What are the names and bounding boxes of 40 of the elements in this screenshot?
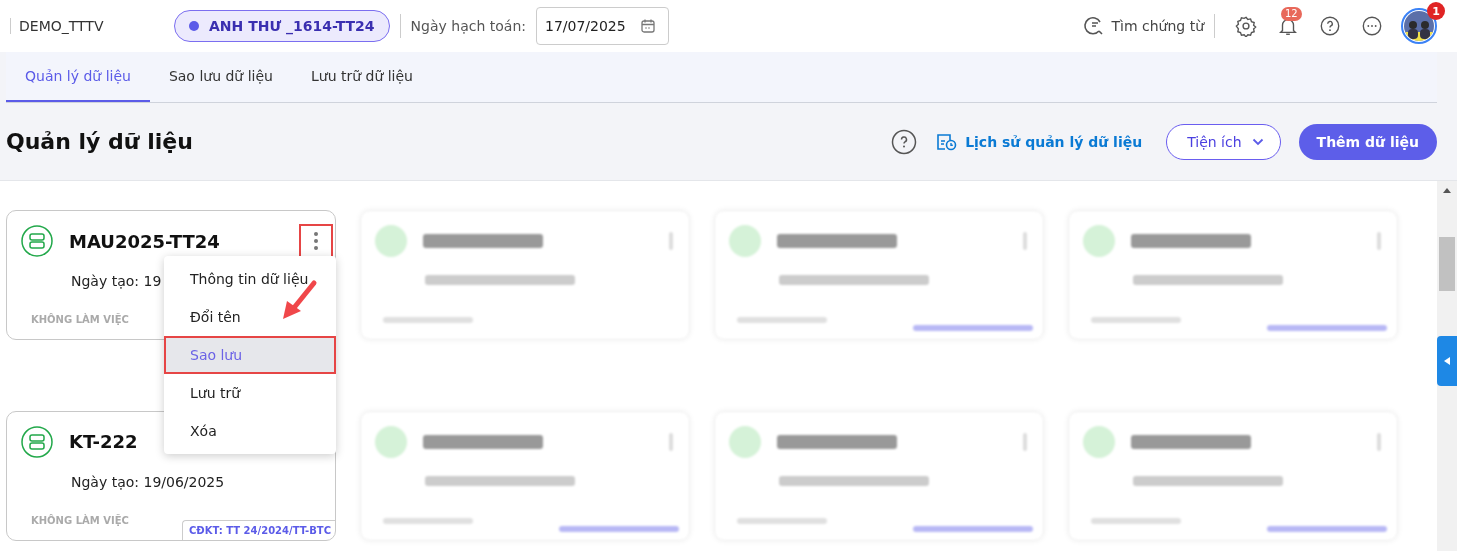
page-title: Quản lý dữ liệu — [6, 129, 193, 154]
dataset-selector[interactable]: ANH THƯ _1614-TT24 — [174, 10, 390, 42]
standard-tag: CĐKT: TT 24/2024/TT-BTC — [182, 519, 335, 540]
collapse-left-icon — [1444, 357, 1450, 365]
kebab-icon — [313, 231, 319, 251]
scroll-up-icon — [1443, 187, 1451, 193]
history-link[interactable]: Lịch sử quản lý dữ liệu — [935, 131, 1143, 152]
data-name: KT-222 — [69, 431, 138, 452]
settings-icon[interactable] — [1235, 15, 1257, 37]
side-panel-toggle[interactable] — [1437, 336, 1457, 386]
notification-count: 12 — [1281, 7, 1302, 21]
more-icon[interactable] — [1361, 15, 1383, 37]
tab[interactable]: Lưu trữ dữ liệu — [291, 52, 432, 102]
menu-item[interactable]: Thông tin dữ liệu — [164, 260, 336, 298]
tab[interactable]: Sao lưu dữ liệu — [149, 52, 292, 102]
tab[interactable]: Quản lý dữ liệu — [6, 52, 150, 102]
menu-item[interactable]: Đổi tên — [164, 298, 336, 336]
company-name: DEMO_TTTV — [10, 18, 164, 34]
status-label: KHÔNG LÀM VIỆC — [30, 314, 129, 327]
created-date: Ngày tạo: 19 — [71, 273, 162, 289]
utilities-dropdown[interactable]: Tiện ích — [1166, 123, 1281, 160]
date-label: Ngày hạch toán: — [410, 18, 526, 34]
scroll-thumb[interactable] — [1439, 237, 1455, 291]
data-name: MAU2025-TT24 — [69, 230, 220, 252]
history-icon — [935, 131, 958, 152]
date-field[interactable]: 17/07/2025 — [536, 7, 669, 45]
status-label: KHÔNG LÀM VIỆC — [30, 514, 129, 528]
database-icon — [21, 225, 53, 257]
chevron-down-icon — [1251, 137, 1264, 146]
avatar-badge: 1 — [1427, 2, 1445, 20]
menu-item[interactable]: Sao lưu — [164, 336, 336, 374]
menu-item[interactable]: Lưu trữ — [164, 374, 336, 412]
calendar-icon — [639, 18, 656, 34]
menu-item[interactable]: Xóa — [164, 412, 336, 450]
search-button[interactable]: Tìm chứng từ — [1083, 15, 1204, 37]
help-icon[interactable] — [1319, 15, 1341, 37]
help-icon[interactable] — [891, 128, 918, 155]
database-icon — [21, 425, 53, 458]
add-data-button[interactable]: Thêm dữ liệu — [1298, 123, 1437, 160]
created-date: Ngày tạo: 19/06/2025 — [71, 473, 225, 490]
